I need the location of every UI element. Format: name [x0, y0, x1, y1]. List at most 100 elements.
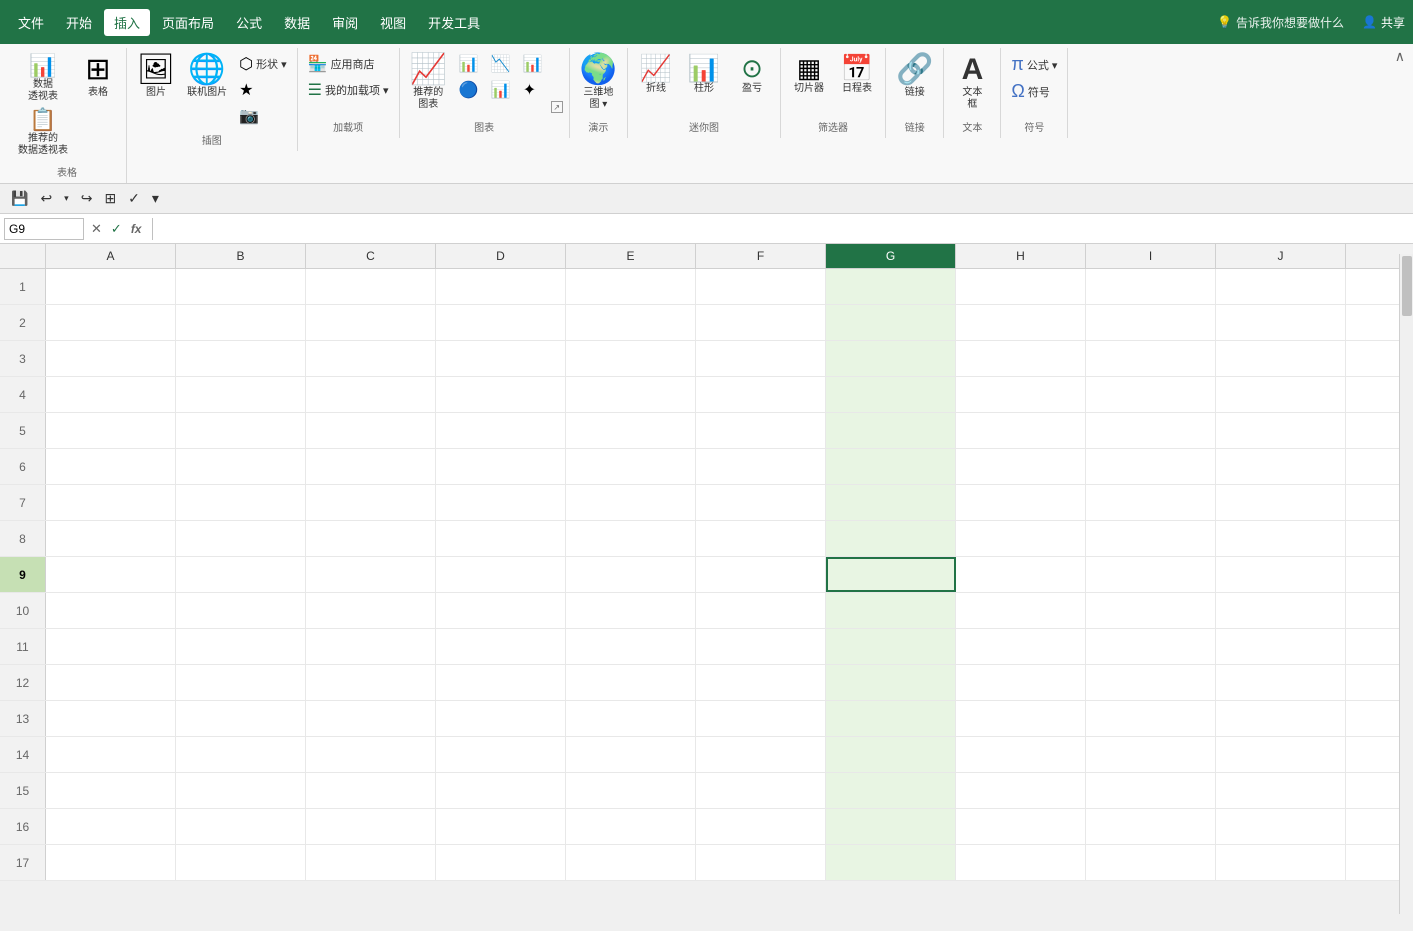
confirm-formula-button[interactable]: ✓ [108, 220, 125, 238]
cell-E15[interactable] [566, 773, 696, 808]
cell-H17[interactable] [956, 845, 1086, 880]
cell-D15[interactable] [436, 773, 566, 808]
slicer-button[interactable]: ▦ 切片器 [787, 52, 831, 98]
cell-F12[interactable] [696, 665, 826, 700]
bar-chart-button[interactable]: 📊 [519, 52, 547, 76]
menu-review[interactable]: 审阅 [322, 9, 368, 36]
my-addins-button[interactable]: ☰ 我的加载项 ▾ [304, 78, 393, 102]
cell-H2[interactable] [956, 305, 1086, 340]
cell-H16[interactable] [956, 809, 1086, 844]
cell-H15[interactable] [956, 773, 1086, 808]
cell-B3[interactable] [176, 341, 306, 376]
row-header-7[interactable]: 7 [0, 485, 46, 520]
cell-A4[interactable] [46, 377, 176, 412]
timeline-button[interactable]: 📅 日程表 [835, 52, 879, 98]
cell-J7[interactable] [1216, 485, 1346, 520]
cell-B13[interactable] [176, 701, 306, 736]
cell-G4[interactable] [826, 377, 956, 412]
textbox-button[interactable]: A 文本框 [950, 52, 994, 114]
cell-F16[interactable] [696, 809, 826, 844]
cell-B11[interactable] [176, 629, 306, 664]
checkmark-btn[interactable]: ✓ [125, 188, 143, 209]
cell-J15[interactable] [1216, 773, 1346, 808]
cell-D5[interactable] [436, 413, 566, 448]
cell-H1[interactable] [956, 269, 1086, 304]
cell-I7[interactable] [1086, 485, 1216, 520]
cell-F1[interactable] [696, 269, 826, 304]
corner-cell[interactable] [0, 244, 46, 268]
cell-C3[interactable] [306, 341, 436, 376]
line-sparkline-button[interactable]: 📈 折线 [634, 52, 678, 98]
cell-I1[interactable] [1086, 269, 1216, 304]
cell-I5[interactable] [1086, 413, 1216, 448]
customize-qt[interactable]: ▾ [149, 188, 162, 209]
cell-H8[interactable] [956, 521, 1086, 556]
col-header-c[interactable]: C [306, 244, 436, 268]
cell-D13[interactable] [436, 701, 566, 736]
online-pictures-button[interactable]: 🌐 联机图片 [183, 52, 231, 102]
cell-A5[interactable] [46, 413, 176, 448]
cell-C1[interactable] [306, 269, 436, 304]
cell-F11[interactable] [696, 629, 826, 664]
cell-E7[interactable] [566, 485, 696, 520]
cell-G5[interactable] [826, 413, 956, 448]
cell-G13[interactable] [826, 701, 956, 736]
cell-A7[interactable] [46, 485, 176, 520]
cell-G8[interactable] [826, 521, 956, 556]
row-header-5[interactable]: 5 [0, 413, 46, 448]
cell-B14[interactable] [176, 737, 306, 772]
cell-A8[interactable] [46, 521, 176, 556]
cell-C9[interactable] [306, 557, 436, 592]
cell-J17[interactable] [1216, 845, 1346, 880]
cell-E5[interactable] [566, 413, 696, 448]
cell-G12[interactable] [826, 665, 956, 700]
cell-E4[interactable] [566, 377, 696, 412]
undo-dropdown[interactable]: ▾ [61, 191, 72, 206]
cell-J4[interactable] [1216, 377, 1346, 412]
cell-E10[interactable] [566, 593, 696, 628]
cell-C15[interactable] [306, 773, 436, 808]
cell-A16[interactable] [46, 809, 176, 844]
cell-J1[interactable] [1216, 269, 1346, 304]
cell-H9[interactable] [956, 557, 1086, 592]
quick-access-more[interactable]: ⊞ [101, 188, 119, 209]
cell-H10[interactable] [956, 593, 1086, 628]
cell-G16[interactable] [826, 809, 956, 844]
cell-B17[interactable] [176, 845, 306, 880]
cell-B2[interactable] [176, 305, 306, 340]
cell-C16[interactable] [306, 809, 436, 844]
cell-J13[interactable] [1216, 701, 1346, 736]
3d-map-button[interactable]: 🌍 三维地图 ▾ [576, 52, 621, 114]
cell-I6[interactable] [1086, 449, 1216, 484]
undo-button[interactable]: ↩ [37, 188, 55, 209]
scrollbar-thumb[interactable] [1402, 256, 1412, 316]
cell-D4[interactable] [436, 377, 566, 412]
cell-D9[interactable] [436, 557, 566, 592]
cell-E2[interactable] [566, 305, 696, 340]
col-header-i[interactable]: I [1086, 244, 1216, 268]
cell-E3[interactable] [566, 341, 696, 376]
symbol-button[interactable]: Ω 符号 [1007, 79, 1061, 104]
cell-F6[interactable] [696, 449, 826, 484]
cell-G10[interactable] [826, 593, 956, 628]
insert-function-button[interactable]: fx [128, 221, 145, 237]
row-header-6[interactable]: 6 [0, 449, 46, 484]
row-header-4[interactable]: 4 [0, 377, 46, 412]
other-chart-button[interactable]: ✦ [519, 78, 540, 102]
column-chart-button[interactable]: 📊 [455, 52, 483, 76]
cell-G17[interactable] [826, 845, 956, 880]
cell-B1[interactable] [176, 269, 306, 304]
cell-A12[interactable] [46, 665, 176, 700]
cell-B7[interactable] [176, 485, 306, 520]
cell-J12[interactable] [1216, 665, 1346, 700]
cell-J6[interactable] [1216, 449, 1346, 484]
pictures-button[interactable]: 🖼 图片 [133, 52, 179, 102]
cell-I14[interactable] [1086, 737, 1216, 772]
cell-B12[interactable] [176, 665, 306, 700]
cell-G2[interactable] [826, 305, 956, 340]
row-header-10[interactable]: 10 [0, 593, 46, 628]
cell-A15[interactable] [46, 773, 176, 808]
cell-F8[interactable] [696, 521, 826, 556]
cell-E1[interactable] [566, 269, 696, 304]
formula-input[interactable] [161, 218, 1409, 240]
